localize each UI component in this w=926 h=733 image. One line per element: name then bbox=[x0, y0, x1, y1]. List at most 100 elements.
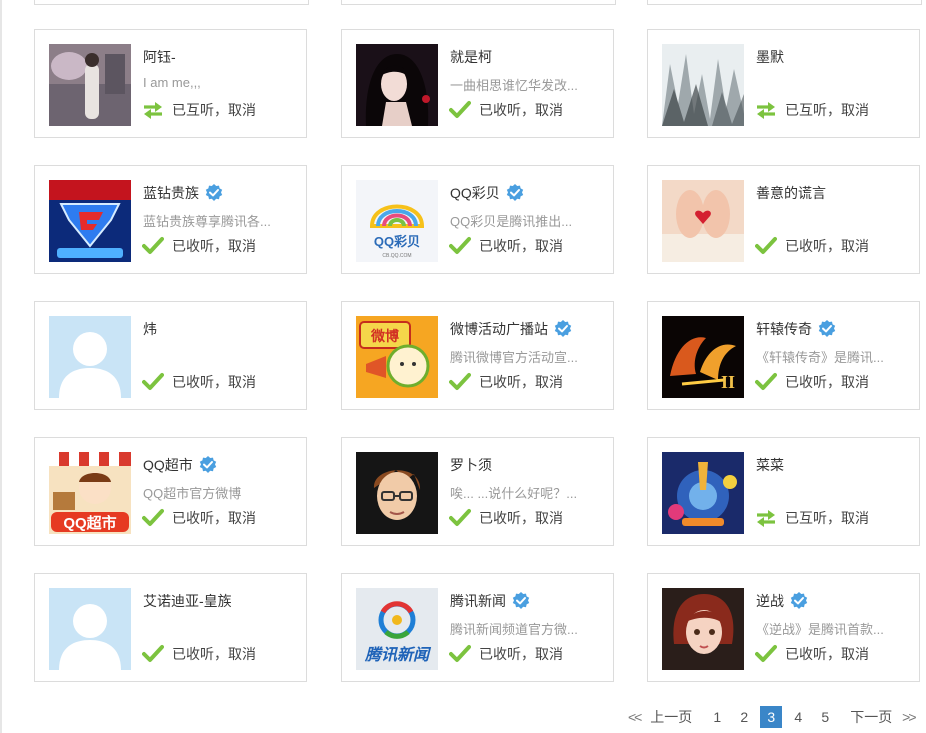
cancel-link[interactable]: 取消 bbox=[228, 644, 256, 664]
avatar[interactable] bbox=[662, 452, 744, 534]
check-icon bbox=[449, 236, 471, 256]
cancel-link[interactable]: 取消 bbox=[228, 372, 256, 392]
page-4[interactable]: 4 bbox=[787, 706, 809, 728]
follow-status: 已收听， 取消 bbox=[449, 508, 563, 528]
prev-page-label: 上一页 bbox=[650, 709, 693, 725]
cancel-link[interactable]: 取消 bbox=[535, 236, 563, 256]
cancel-link[interactable]: 取消 bbox=[228, 236, 256, 256]
page-5[interactable]: 5 bbox=[814, 706, 836, 728]
name-row: 逆战 bbox=[756, 590, 809, 612]
user-name[interactable]: 逆战 bbox=[756, 591, 784, 611]
card-stub bbox=[34, 0, 309, 5]
cancel-link[interactable]: 取消 bbox=[535, 644, 563, 664]
user-name[interactable]: 蓝钻贵族 bbox=[143, 183, 199, 203]
avatar[interactable]: 微博 bbox=[356, 316, 438, 398]
name-row: 阿钰- bbox=[143, 46, 176, 68]
check-icon bbox=[142, 644, 164, 664]
status-text: 已收听， bbox=[172, 646, 228, 662]
avatar[interactable]: II bbox=[662, 316, 744, 398]
cancel-link[interactable]: 取消 bbox=[841, 100, 869, 120]
name-row: 就是柯 bbox=[450, 46, 492, 68]
user-card: 炜 已收听， 取消 bbox=[34, 301, 307, 410]
user-name[interactable]: QQ彩贝 bbox=[450, 183, 500, 203]
avatar[interactable] bbox=[49, 44, 131, 126]
user-name[interactable]: 炜 bbox=[143, 319, 157, 339]
user-name[interactable]: 善意的谎言 bbox=[756, 183, 826, 203]
user-name[interactable]: 墨默 bbox=[756, 47, 784, 67]
name-row: 艾诺迪亚-皇族 bbox=[143, 590, 232, 612]
status-text: 已互听， bbox=[172, 102, 228, 118]
follow-status: 已收听， 取消 bbox=[449, 644, 563, 664]
svg-text:CB.QQ.COM: CB.QQ.COM bbox=[382, 253, 411, 259]
check-icon bbox=[449, 372, 471, 392]
user-name[interactable]: 微博活动广播站 bbox=[450, 319, 548, 339]
page-3-current[interactable]: 3 bbox=[760, 706, 783, 728]
avatar[interactable] bbox=[356, 44, 438, 126]
cancel-link[interactable]: 取消 bbox=[841, 508, 869, 528]
next-page-button[interactable]: 下一页 >> bbox=[850, 707, 916, 727]
left-divider bbox=[0, 0, 2, 733]
user-card: 阿钰- I am me,,, 已互听， 取消 bbox=[34, 29, 307, 138]
cancel-link[interactable]: 取消 bbox=[535, 100, 563, 120]
avatar[interactable] bbox=[662, 44, 744, 126]
svg-text:微博: 微博 bbox=[370, 328, 399, 344]
follow-status: 已收听， 取消 bbox=[142, 236, 256, 256]
follow-status: 已互听， 取消 bbox=[142, 100, 256, 120]
cancel-link[interactable]: 取消 bbox=[841, 372, 869, 392]
page-1[interactable]: 1 bbox=[706, 706, 728, 728]
cancel-link[interactable]: 取消 bbox=[841, 644, 869, 664]
user-card: 微博 微博活动广播站 腾讯微博官方活动宣... 已收听， 取消 bbox=[341, 301, 614, 410]
avatar[interactable] bbox=[662, 180, 744, 262]
follow-status: 已收听， 取消 bbox=[449, 100, 563, 120]
cancel-link[interactable]: 取消 bbox=[841, 236, 869, 256]
user-name[interactable]: 腾讯新闻 bbox=[450, 591, 506, 611]
user-name[interactable]: 菜菜 bbox=[756, 455, 784, 475]
name-row: 蓝钻贵族 bbox=[143, 182, 224, 204]
check-icon bbox=[142, 236, 164, 256]
verified-icon bbox=[553, 319, 573, 339]
user-name[interactable]: 罗卜须 bbox=[450, 455, 492, 475]
cancel-link[interactable]: 取消 bbox=[228, 508, 256, 528]
user-card: 罗卜须 唉... ...说什么好呢？... 已收听， 取消 bbox=[341, 437, 614, 546]
name-row: QQ超市 bbox=[143, 454, 218, 476]
status-text: 已收听， bbox=[172, 510, 228, 526]
avatar[interactable] bbox=[662, 588, 744, 670]
card-stub bbox=[341, 0, 616, 5]
next-page-label: 下一页 bbox=[850, 709, 893, 725]
avatar[interactable]: 腾讯新闻 bbox=[356, 588, 438, 670]
avatar[interactable] bbox=[49, 588, 131, 670]
cancel-link[interactable]: 取消 bbox=[535, 372, 563, 392]
user-name[interactable]: 艾诺迪亚-皇族 bbox=[143, 591, 232, 611]
status-text: 已收听， bbox=[785, 238, 841, 254]
follow-status: 已收听， 取消 bbox=[755, 372, 869, 392]
avatar[interactable] bbox=[356, 452, 438, 534]
prev-page-button[interactable]: << 上一页 bbox=[628, 707, 692, 727]
cancel-link[interactable]: 取消 bbox=[228, 100, 256, 120]
user-name[interactable]: QQ超市 bbox=[143, 455, 193, 475]
avatar[interactable]: QQ超市 bbox=[49, 452, 131, 534]
cancel-link[interactable]: 取消 bbox=[535, 508, 563, 528]
status-text: 已收听， bbox=[785, 646, 841, 662]
status-text: 已互听， bbox=[785, 102, 841, 118]
user-description: 蓝钻贵族尊享腾讯各... bbox=[143, 214, 271, 229]
avatar[interactable] bbox=[49, 316, 131, 398]
follow-status: 已收听， 取消 bbox=[755, 644, 869, 664]
page-2[interactable]: 2 bbox=[733, 706, 755, 728]
user-card: 墨默 已互听， 取消 bbox=[647, 29, 920, 138]
check-icon bbox=[755, 372, 777, 392]
user-name[interactable]: 阿钰- bbox=[143, 47, 176, 67]
svg-text:QQ超市: QQ超市 bbox=[63, 514, 116, 532]
name-row: QQ彩贝 bbox=[450, 182, 525, 204]
verified-icon bbox=[511, 591, 531, 611]
check-icon bbox=[142, 508, 164, 528]
user-card: 腾讯新闻 腾讯新闻 腾讯新闻频道官方微... 已收听， 取消 bbox=[341, 573, 614, 682]
avatar[interactable] bbox=[49, 180, 131, 262]
check-icon bbox=[449, 100, 471, 120]
follow-status: 已互听， 取消 bbox=[755, 508, 869, 528]
user-description: 唉... ...说什么好呢？... bbox=[450, 486, 578, 501]
user-name[interactable]: 就是柯 bbox=[450, 47, 492, 67]
user-name[interactable]: 轩辕传奇 bbox=[756, 319, 812, 339]
double-chevron-right-icon: >> bbox=[902, 709, 916, 725]
user-card: 艾诺迪亚-皇族 已收听， 取消 bbox=[34, 573, 307, 682]
avatar[interactable]: QQ彩贝 CB.QQ.COM bbox=[356, 180, 438, 262]
